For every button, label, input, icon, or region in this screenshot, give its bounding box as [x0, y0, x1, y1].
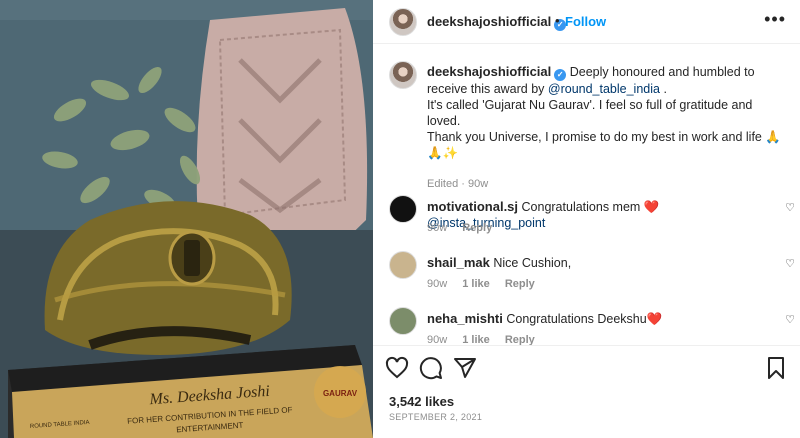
heart-icon[interactable]	[385, 356, 409, 380]
caption-mention[interactable]: @round_table_india	[548, 82, 660, 96]
caption-avatar[interactable]	[389, 61, 417, 89]
comment-item: motivational.sj Congratulations mem ❤️ @…	[389, 195, 795, 251]
verified-badge-icon: ✓	[554, 69, 567, 81]
plaque-badge: GAURAV	[323, 389, 358, 398]
comment-username[interactable]: motivational.sj	[427, 199, 518, 214]
post-side-panel: deekshajoshiofficial ✓ • Follow ••• deeks…	[373, 0, 800, 438]
comment-meta: 90w Reply	[427, 222, 504, 234]
comment-avatar[interactable]	[389, 307, 417, 335]
comment-like-heart-icon[interactable]: ♡	[785, 201, 795, 214]
caption-username[interactable]: deekshajoshiofficial ✓	[427, 64, 567, 81]
comments-feed[interactable]: deekshajoshiofficial ✓ Deeply honoured an…	[373, 45, 800, 345]
caption-text: deekshajoshiofficial ✓ Deeply honoured an…	[427, 64, 783, 161]
caption-line2: It's called 'Gujarat Nu Gaurav'. I feel …	[427, 98, 753, 128]
comment-age: 90w	[427, 334, 448, 345]
more-horizontal-icon[interactable]: •••	[764, 10, 786, 28]
share-icon[interactable]	[453, 356, 477, 380]
comment-item: neha_mishti Congratulations Deekshu❤️ 90…	[389, 307, 795, 345]
post-header: deekshajoshiofficial ✓ • Follow •••	[373, 0, 800, 44]
comment-username[interactable]: neha_mishti	[427, 311, 503, 326]
caption-meta: Edited · 90w	[427, 178, 489, 190]
comment-like-heart-icon[interactable]: ♡	[785, 313, 795, 326]
comment-body: neha_mishti Congratulations Deekshu❤️	[427, 311, 777, 327]
comment-meta: 90w 1 like Reply	[427, 334, 547, 345]
author-username[interactable]: deekshajoshiofficial ✓	[427, 14, 567, 31]
comment-age: 90w	[427, 222, 448, 234]
comment-meta: 90w 1 like Reply	[427, 278, 547, 290]
bookmark-icon[interactable]	[764, 356, 788, 380]
comment-text: Congratulations Deekshu❤️	[506, 312, 663, 326]
caption-line3: Thank you Universe, I promise to do my b…	[427, 130, 781, 160]
comment-likes[interactable]: 1 like	[462, 278, 490, 290]
caption-line1-end: .	[659, 82, 667, 96]
comment-text: Nice Cushion,	[493, 256, 572, 270]
comment-age: 90w	[427, 278, 448, 290]
award-photo-illustration: Ms. Deeksha Joshi FOR HER CONTRIBUTION I…	[0, 0, 373, 438]
follow-button[interactable]: Follow	[565, 14, 606, 29]
header-separator: •	[555, 13, 560, 28]
author-avatar[interactable]	[389, 8, 417, 36]
post-photo: Ms. Deeksha Joshi FOR HER CONTRIBUTION I…	[0, 0, 373, 438]
reply-button[interactable]: Reply	[505, 278, 535, 290]
comment-icon[interactable]	[419, 356, 443, 380]
comment-likes[interactable]: 1 like	[462, 334, 490, 345]
reply-button[interactable]: Reply	[462, 222, 492, 234]
comment-body: shail_mak Nice Cushion,	[427, 255, 777, 271]
comment-like-heart-icon[interactable]: ♡	[785, 257, 795, 270]
comment-avatar[interactable]	[389, 195, 417, 223]
post-date: SEPTEMBER 2, 2021	[389, 412, 483, 422]
likes-count[interactable]: 3,542 likes	[389, 394, 454, 409]
comment-text: Congratulations mem ❤️	[521, 200, 660, 214]
comment-item: shail_mak Nice Cushion, 90w 1 like Reply…	[389, 251, 795, 307]
comment-username[interactable]: shail_mak	[427, 255, 490, 270]
reply-button[interactable]: Reply	[505, 334, 535, 345]
comment-avatar[interactable]	[389, 251, 417, 279]
post-actions: 3,542 likes SEPTEMBER 2, 2021	[373, 345, 800, 438]
